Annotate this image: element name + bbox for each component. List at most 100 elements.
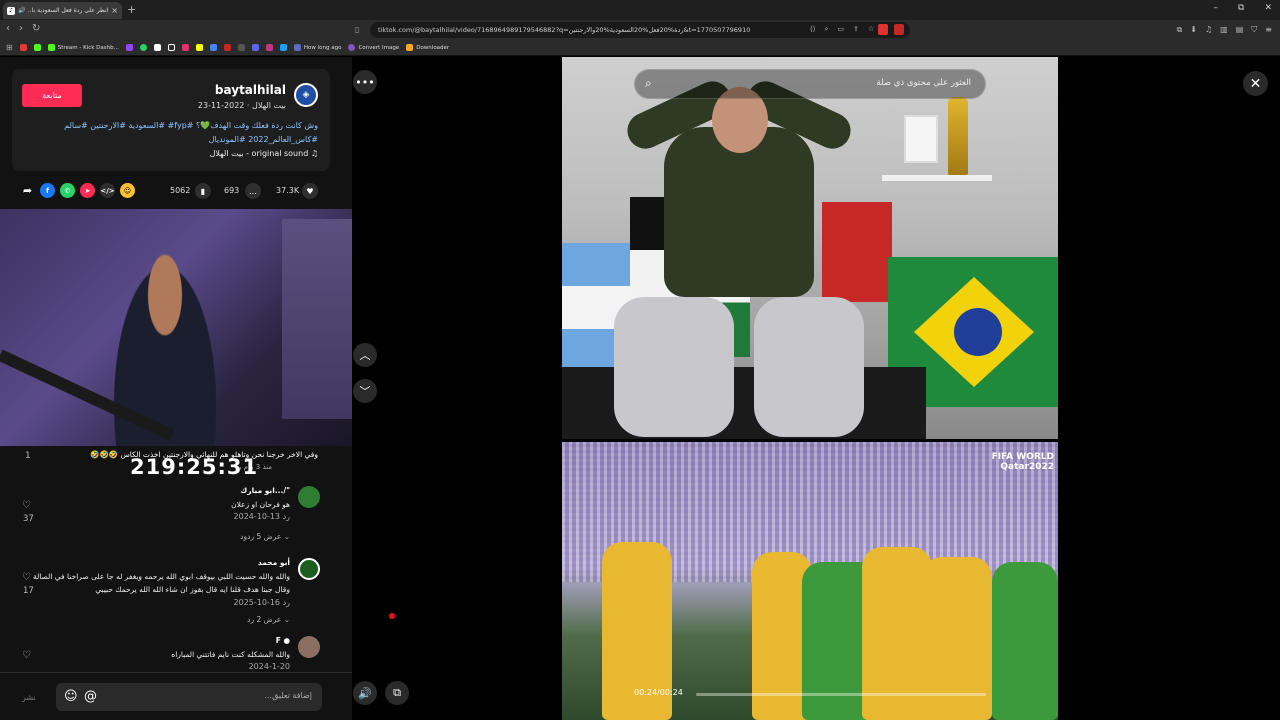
twitch-icon[interactable]: [125, 44, 133, 51]
github-icon[interactable]: [237, 44, 245, 51]
mini-video-player[interactable]: [0, 209, 352, 446]
username[interactable]: baytalhilal: [215, 83, 286, 97]
bookmark-pink-icon[interactable]: [265, 44, 273, 51]
comment-input[interactable]: ☺ @ إضافة تعليق...: [56, 683, 322, 711]
apps-icon[interactable]: ⊞: [6, 43, 13, 52]
downloads-icon[interactable]: ⬇: [1190, 25, 1197, 35]
menu-icon[interactable]: ≡: [1265, 25, 1272, 35]
snapchat-icon[interactable]: [195, 44, 203, 51]
reader-icon[interactable]: ⟨⟩: [810, 25, 815, 34]
instagram-icon[interactable]: [181, 44, 189, 51]
trophy-image: [948, 97, 968, 175]
sidebar-icon[interactable]: ▥: [1220, 25, 1228, 35]
heart-icon[interactable]: ♡: [22, 500, 31, 511]
tab-title: انظر على ردة فعل السعودية با...: [28, 7, 109, 14]
logo-line: FIFA WORLD: [991, 452, 1054, 462]
shield-icon[interactable]: ⛉: [1251, 25, 1257, 35]
kick-icon[interactable]: [33, 44, 41, 51]
commenter-name[interactable]: ابو مبارك.../": [240, 486, 290, 495]
facebook-icon[interactable]: f: [40, 183, 55, 198]
action-bar: ➦ f ✆ ➤ </> ☺ 5062 ▮ 693 … 37.3K ♥: [20, 183, 330, 201]
youtube-icon[interactable]: [19, 44, 27, 51]
x-icon[interactable]: [153, 44, 161, 51]
bookmark-red-icon[interactable]: [223, 44, 231, 51]
heart-icon[interactable]: ♡: [22, 572, 31, 583]
bookmark-page-icon[interactable]: ▯: [355, 25, 359, 34]
extension-red2-icon[interactable]: [894, 24, 904, 35]
close-window-button[interactable]: ✕: [1264, 3, 1272, 13]
cast-icon[interactable]: ▭: [837, 25, 844, 34]
whatsapp-icon[interactable]: [139, 44, 147, 51]
commenter-name[interactable]: F ●: [276, 636, 290, 645]
post-button[interactable]: نشر: [22, 693, 36, 702]
emoji-icon[interactable]: ☺: [64, 689, 78, 704]
comment-meta: 2024-10-13 رد: [233, 512, 290, 521]
avatar[interactable]: ◈: [294, 83, 318, 107]
whatsapp-share-icon[interactable]: ✆: [60, 183, 75, 198]
drive-icon[interactable]: [209, 44, 217, 51]
maximize-button[interactable]: ⧉: [1238, 3, 1244, 13]
tiktok-icon[interactable]: [167, 44, 175, 51]
back-icon[interactable]: ‹: [6, 23, 10, 34]
audio-icon[interactable]: 🔊: [18, 7, 25, 14]
view-replies-link[interactable]: عرض 5 ردود ⌄: [240, 532, 290, 541]
music-note-icon: ♫: [308, 149, 318, 158]
minimize-button[interactable]: –: [1214, 3, 1219, 13]
send-icon[interactable]: ➤: [80, 183, 95, 198]
zoom-icon[interactable]: ⌕: [824, 25, 828, 34]
video-player[interactable]: FIFA WORLD Qatar2022 ⌕ العثور على محتوى …: [562, 57, 1058, 720]
playback-time: 00:24/00:24: [634, 688, 683, 697]
url-text: tiktok.com/@baytalhilal/video/7168964989…: [378, 26, 751, 34]
avatar[interactable]: [298, 558, 320, 580]
view-replies-link[interactable]: عرض 2 رد ⌄: [247, 615, 290, 624]
caption-line[interactable]: #كاس_العالم_2022 #المونديال: [18, 133, 318, 147]
discord-icon[interactable]: [251, 44, 259, 51]
more-options-button[interactable]: •••: [353, 70, 377, 94]
bookmark-icon[interactable]: ▮: [195, 183, 211, 199]
share-icon[interactable]: ⇪: [853, 25, 859, 34]
extension-red-icon[interactable]: [878, 24, 888, 35]
bookmark-how-long-ago[interactable]: How long ago: [293, 44, 342, 51]
player-figure: [992, 562, 1058, 720]
new-tab-button[interactable]: +: [127, 3, 136, 16]
share-arrow-icon[interactable]: ➦: [20, 183, 35, 198]
browser-tab-active[interactable]: ♪ 🔊 انظر على ردة فعل السعودية با... ×: [3, 2, 122, 19]
star-icon[interactable]: ☆: [868, 25, 874, 34]
progress-bar[interactable]: [696, 693, 986, 696]
caption-line[interactable]: وش كانت ردة فعلك وقت الهدف💚؟ #fyp# #السع…: [18, 119, 318, 133]
video-top-scene: [562, 57, 1058, 439]
search-icon[interactable]: ⌕: [645, 76, 652, 91]
comment-placeholder: إضافة تعليق...: [264, 691, 312, 700]
bookmark-label: How long ago: [303, 44, 342, 51]
heart-icon[interactable]: ♥: [302, 183, 318, 199]
follow-button[interactable]: متابعة: [22, 84, 82, 107]
previous-video-button[interactable]: ︿: [353, 343, 377, 367]
avatar[interactable]: [298, 486, 320, 508]
volume-button[interactable]: 🔊: [353, 681, 377, 705]
bookmark-convert-image[interactable]: Convert Image: [348, 44, 399, 51]
bookmark-downloader[interactable]: Downloader: [406, 44, 449, 51]
tabs-icon[interactable]: ▤: [1236, 25, 1244, 35]
mention-icon[interactable]: @: [84, 689, 97, 704]
bookmark-blue-icon[interactable]: [279, 44, 287, 51]
reload-icon[interactable]: ↻: [32, 23, 40, 34]
related-search-bar[interactable]: ⌕ العثور على محتوى ذي صلة: [634, 69, 986, 99]
avatar[interactable]: [298, 636, 320, 658]
bookmarks-bar: ⊞ Stream - Kick Dashb... How long ago Co…: [0, 40, 1280, 56]
bookmark-kick-dashboard[interactable]: Stream - Kick Dashb...: [47, 44, 119, 51]
emoji-share-icon[interactable]: ☺: [120, 183, 135, 198]
saves-count: 5062: [170, 186, 191, 195]
comment-text: والله والله حسيت اللبي بيوقف ابوي الله ي…: [32, 572, 290, 594]
forward-icon[interactable]: ›: [19, 23, 23, 34]
extensions-icon[interactable]: ⧉: [1177, 25, 1183, 35]
tab-close-icon[interactable]: ×: [111, 6, 118, 15]
picture-in-picture-button[interactable]: ⧉: [385, 681, 409, 705]
sound-label[interactable]: ♫ original sound - بيت الهلال: [210, 149, 318, 158]
close-icon[interactable]: ✕: [1243, 71, 1268, 96]
commenter-name[interactable]: أبو محمد: [258, 558, 290, 567]
comment-icon[interactable]: …: [245, 183, 261, 199]
music-icon[interactable]: ♫: [1205, 25, 1212, 35]
heart-icon[interactable]: ♡: [22, 650, 31, 661]
next-video-button[interactable]: ﹀: [353, 379, 377, 403]
embed-icon[interactable]: </>: [100, 183, 115, 198]
